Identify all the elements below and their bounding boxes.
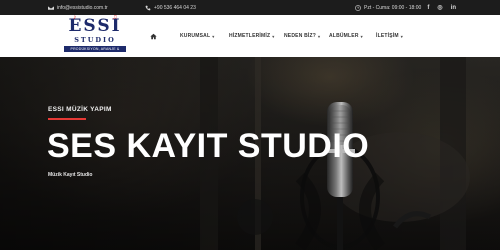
logo-word: ESSI [68, 16, 122, 36]
email-contact[interactable]: info@essistudio.com.tr [48, 0, 108, 15]
facebook-icon[interactable]: f [427, 5, 429, 11]
chevron-down-icon: ▾ [318, 33, 321, 39]
menu-label: İLETİŞİM [376, 33, 399, 39]
site-logo[interactable]: ESSI ♪ ♫ STUDIO PRODÜKSİYON, ARANJE & MA… [62, 14, 128, 57]
logo-studio: STUDIO [74, 36, 116, 44]
music-note-icon: ♫ [112, 14, 118, 21]
social-links: f ◎ in [427, 0, 456, 15]
menu-label: HİZMETLERİMİZ [229, 33, 271, 39]
hero-eyebrow: ESSI MÜZİK YAPIM [48, 106, 112, 113]
hero-divider [48, 118, 86, 120]
menu-item-albumler[interactable]: ALBÜMLER ▾ [329, 15, 363, 57]
home-icon[interactable] [150, 15, 157, 57]
menu-label: NEDEN BİZ? [284, 33, 316, 39]
menu-item-iletisim[interactable]: İLETİŞİM ▾ [376, 15, 403, 57]
menu-item-neden-biz[interactable]: NEDEN BİZ? ▾ [284, 15, 320, 57]
phone-contact[interactable]: +90 536 464 04 23 [145, 0, 196, 15]
menu-label: ALBÜMLER [329, 33, 359, 39]
menu-item-kurumsal[interactable]: KURUMSAL ▾ [180, 15, 214, 57]
menu-item-hizmetlerimiz[interactable]: HİZMETLERİMİZ ▾ [229, 15, 274, 57]
chevron-down-icon: ▾ [400, 33, 403, 39]
hero-title: SES KAYIT STUDIO [47, 127, 370, 165]
logo-tagline: PRODÜKSİYON, ARANJE & MASTERİNG [64, 46, 126, 57]
phone-icon [145, 5, 151, 11]
chevron-down-icon: ▾ [360, 33, 363, 39]
chevron-down-icon: ▾ [272, 33, 275, 39]
clock-icon [355, 4, 361, 11]
top-info-bar: info@essistudio.com.tr +90 536 464 04 23… [0, 0, 500, 15]
hero-subtitle: Müzik Kayıt Studio [48, 172, 93, 178]
menu-label: KURUMSAL [180, 33, 211, 39]
working-hours: Pzt - Cuma: 09:00 - 18:00 [355, 0, 421, 15]
envelope-icon [48, 5, 54, 11]
phone-text[interactable]: +90 536 464 04 23 [154, 5, 196, 11]
music-note-icon: ♪ [73, 14, 77, 21]
hours-text: Pzt - Cuma: 09:00 - 18:00 [364, 4, 422, 11]
chevron-down-icon: ▾ [212, 33, 215, 39]
linkedin-icon[interactable]: in [451, 5, 456, 11]
email-text[interactable]: info@essistudio.com.tr [57, 5, 108, 11]
instagram-icon[interactable]: ◎ [437, 4, 442, 11]
